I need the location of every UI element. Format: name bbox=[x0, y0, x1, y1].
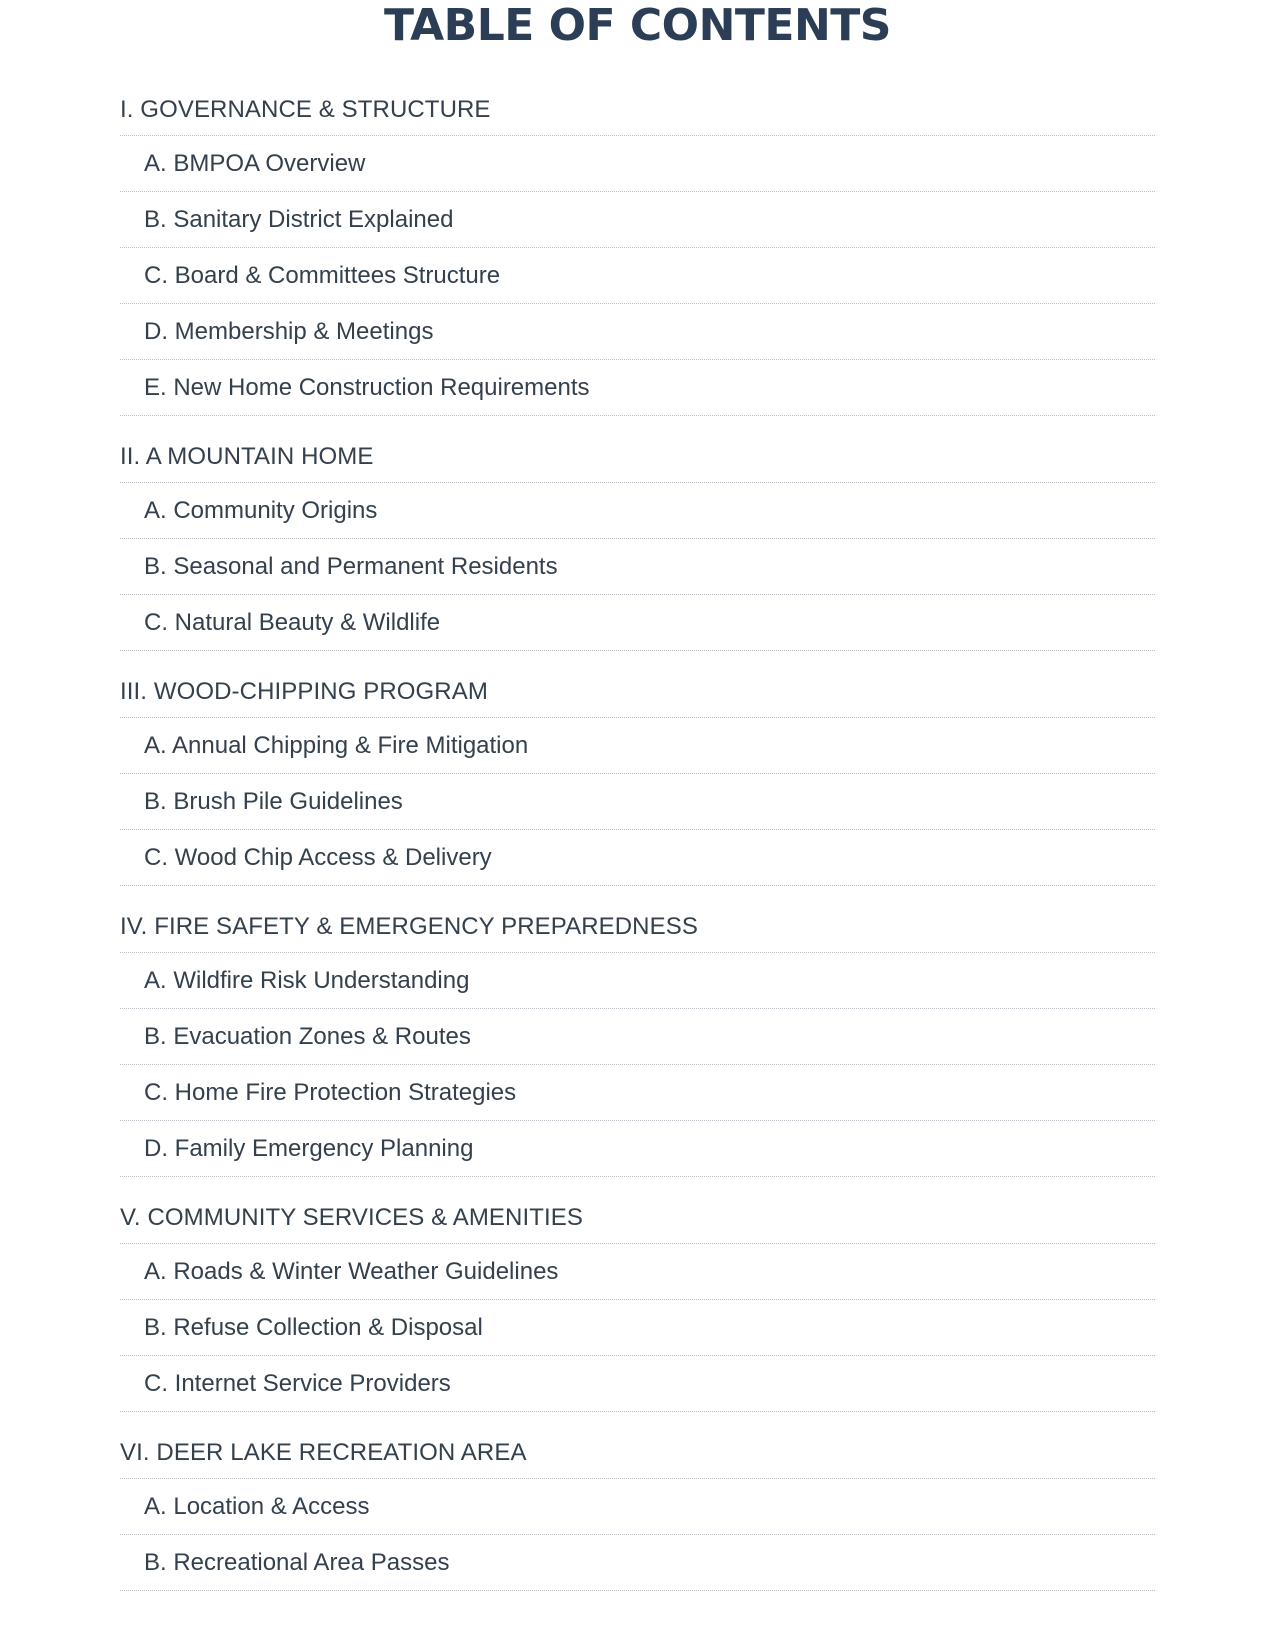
toc-section-heading[interactable]: III. WOOD-CHIPPING PROGRAM bbox=[120, 662, 1155, 718]
toc-section-wood-chipping: III. WOOD-CHIPPING PROGRAM A. Annual Chi… bbox=[120, 662, 1155, 886]
toc-entry[interactable]: C. Board & Committees Structure bbox=[120, 248, 1155, 304]
toc-entry[interactable]: D. Membership & Meetings bbox=[120, 304, 1155, 360]
page-title: TABLE OF CONTENTS bbox=[384, 0, 892, 51]
toc-section-governance: I. GOVERNANCE & STRUCTURE A. BMPOA Overv… bbox=[120, 80, 1155, 416]
toc-section-mountain-home: II. A MOUNTAIN HOME A. Community Origins… bbox=[120, 427, 1155, 651]
toc-section-heading[interactable]: II. A MOUNTAIN HOME bbox=[120, 427, 1155, 483]
toc-list: I. GOVERNANCE & STRUCTURE A. BMPOA Overv… bbox=[120, 80, 1155, 1591]
document-page: TABLE OF CONTENTS I. GOVERNANCE & STRUCT… bbox=[0, 0, 1275, 1650]
toc-section-community-services: V. COMMUNITY SERVICES & AMENITIES A. Roa… bbox=[120, 1188, 1155, 1412]
toc-entry[interactable]: A. Roads & Winter Weather Guidelines bbox=[120, 1244, 1155, 1300]
toc-entry[interactable]: A. Location & Access bbox=[120, 1479, 1155, 1535]
toc-entry[interactable]: A. BMPOA Overview bbox=[120, 136, 1155, 192]
toc-entry[interactable]: B. Brush Pile Guidelines bbox=[120, 774, 1155, 830]
toc-entry[interactable]: A. Community Origins bbox=[120, 483, 1155, 539]
toc-section-heading[interactable]: VI. DEER LAKE RECREATION AREA bbox=[120, 1423, 1155, 1479]
toc-entry[interactable]: B. Evacuation Zones & Routes bbox=[120, 1009, 1155, 1065]
toc-entry[interactable]: B. Seasonal and Permanent Residents bbox=[120, 539, 1155, 595]
toc-entry[interactable]: A. Annual Chipping & Fire Mitigation bbox=[120, 718, 1155, 774]
toc-entry[interactable]: E. New Home Construction Requirements bbox=[120, 360, 1155, 416]
toc-entry[interactable]: B. Refuse Collection & Disposal bbox=[120, 1300, 1155, 1356]
toc-entry[interactable]: C. Internet Service Providers bbox=[120, 1356, 1155, 1412]
toc-entry[interactable]: A. Wildfire Risk Understanding bbox=[120, 953, 1155, 1009]
toc-entry[interactable]: C. Natural Beauty & Wildlife bbox=[120, 595, 1155, 651]
toc-entry[interactable]: C. Home Fire Protection Strategies bbox=[120, 1065, 1155, 1121]
toc-section-fire-safety: IV. FIRE SAFETY & EMERGENCY PREPAREDNESS… bbox=[120, 897, 1155, 1177]
toc-entry[interactable]: B. Recreational Area Passes bbox=[120, 1535, 1155, 1591]
toc-section-heading[interactable]: IV. FIRE SAFETY & EMERGENCY PREPAREDNESS bbox=[120, 897, 1155, 953]
toc-section-deer-lake: VI. DEER LAKE RECREATION AREA A. Locatio… bbox=[120, 1423, 1155, 1591]
toc-entry[interactable]: D. Family Emergency Planning bbox=[120, 1121, 1155, 1177]
toc-section-heading[interactable]: V. COMMUNITY SERVICES & AMENITIES bbox=[120, 1188, 1155, 1244]
toc-section-heading[interactable]: I. GOVERNANCE & STRUCTURE bbox=[120, 80, 1155, 136]
toc-entry[interactable]: C. Wood Chip Access & Delivery bbox=[120, 830, 1155, 886]
toc-entry[interactable]: B. Sanitary District Explained bbox=[120, 192, 1155, 248]
